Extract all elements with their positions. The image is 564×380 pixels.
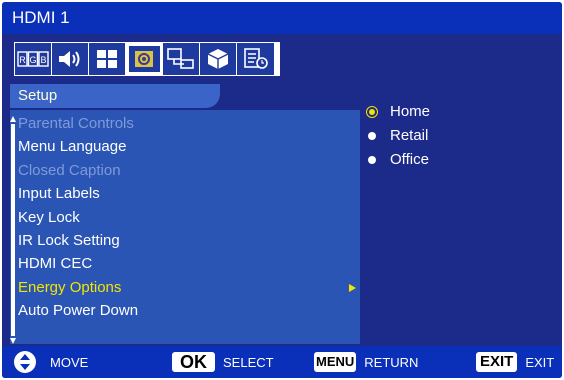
option-retail[interactable]: Retail (368, 124, 430, 148)
network-computer-icon[interactable] (163, 43, 200, 75)
menu-item-label: Input Labels (18, 185, 100, 203)
grid-schedule-icon[interactable] (89, 43, 126, 75)
menu-item-closed-caption: Closed Caption (18, 159, 360, 182)
menu-item-label: Menu Language (18, 138, 127, 156)
svg-text:G: G (29, 55, 36, 65)
info-clock-icon[interactable] (237, 43, 274, 75)
option-office[interactable]: Office (368, 148, 430, 172)
gear-setup-icon[interactable] (126, 43, 163, 75)
category-icon-bar: R G B (14, 42, 280, 76)
scroll-up-arrow-icon[interactable] (10, 116, 16, 122)
menu-item-label: IR Lock Setting (18, 231, 120, 249)
scroll-down-arrow-icon[interactable] (10, 338, 16, 344)
menu-item-label: Energy Options (18, 278, 122, 296)
ok-key: OK (172, 352, 215, 372)
menu-item-energy-options[interactable]: Energy Options (10, 275, 360, 300)
window-title: HDMI 1 (2, 2, 562, 34)
footer-return: MENU RETURN (314, 346, 418, 378)
menu-item-label: Parental Controls (18, 115, 134, 132)
submenu-arrow-icon (349, 283, 356, 292)
footer-move: MOVE (14, 346, 88, 378)
option-label: Office (390, 151, 429, 168)
osd-window: HDMI 1 R G B Setup Parental Controls Men… (2, 2, 562, 378)
dpad-icon (14, 351, 36, 373)
radio-dot-icon (368, 156, 376, 164)
footer-exit: EXIT EXIT (476, 346, 554, 378)
footer-key-guide: MOVE OK SELECT MENU RETURN EXIT EXIT (2, 346, 562, 378)
footer-select: OK SELECT (172, 346, 274, 378)
scroll-thumb[interactable] (11, 124, 15, 336)
menu-item-label: Auto Power Down (18, 302, 139, 320)
menu-item-input-labels[interactable]: Input Labels (18, 182, 360, 205)
setup-menu-list: Parental Controls Menu Language Closed C… (10, 112, 360, 323)
exit-label: EXIT (525, 354, 555, 370)
svg-text:R: R (19, 55, 26, 65)
section-tab-setup: Setup (10, 84, 220, 108)
menu-key: MENU (314, 352, 357, 372)
menu-item-menu-language[interactable]: Menu Language (18, 135, 360, 158)
menu-item-key-lock[interactable]: Key Lock (18, 206, 360, 229)
menu-item-ir-lock-setting[interactable]: IR Lock Setting (18, 229, 360, 252)
select-label: SELECT (223, 354, 274, 370)
exit-key: EXIT (476, 352, 518, 372)
cube-advanced-icon[interactable] (200, 43, 237, 75)
return-label: RETURN (364, 354, 419, 370)
menu-scrollbar[interactable] (10, 110, 16, 344)
menu-item-label: Key Lock (18, 208, 80, 226)
menu-item-label: Closed Caption (18, 161, 121, 179)
option-label: Home (390, 103, 431, 120)
energy-options-list: Home Retail Office (368, 100, 430, 172)
menu-item-hdmi-cec[interactable]: HDMI CEC (18, 252, 360, 275)
menu-item-parental-controls: Parental Controls (18, 112, 360, 135)
selected-radio-icon (369, 109, 375, 115)
menu-item-auto-power-down[interactable]: Auto Power Down (18, 299, 360, 322)
svg-text:B: B (40, 55, 46, 65)
move-label: MOVE (50, 354, 89, 370)
radio-dot-icon (368, 132, 376, 140)
option-home[interactable]: Home (368, 100, 430, 124)
option-label: Retail (390, 127, 429, 144)
speaker-audio-icon[interactable] (52, 43, 89, 75)
rgb-picture-icon[interactable]: R G B (15, 43, 52, 75)
menu-item-label: HDMI CEC (18, 255, 93, 273)
